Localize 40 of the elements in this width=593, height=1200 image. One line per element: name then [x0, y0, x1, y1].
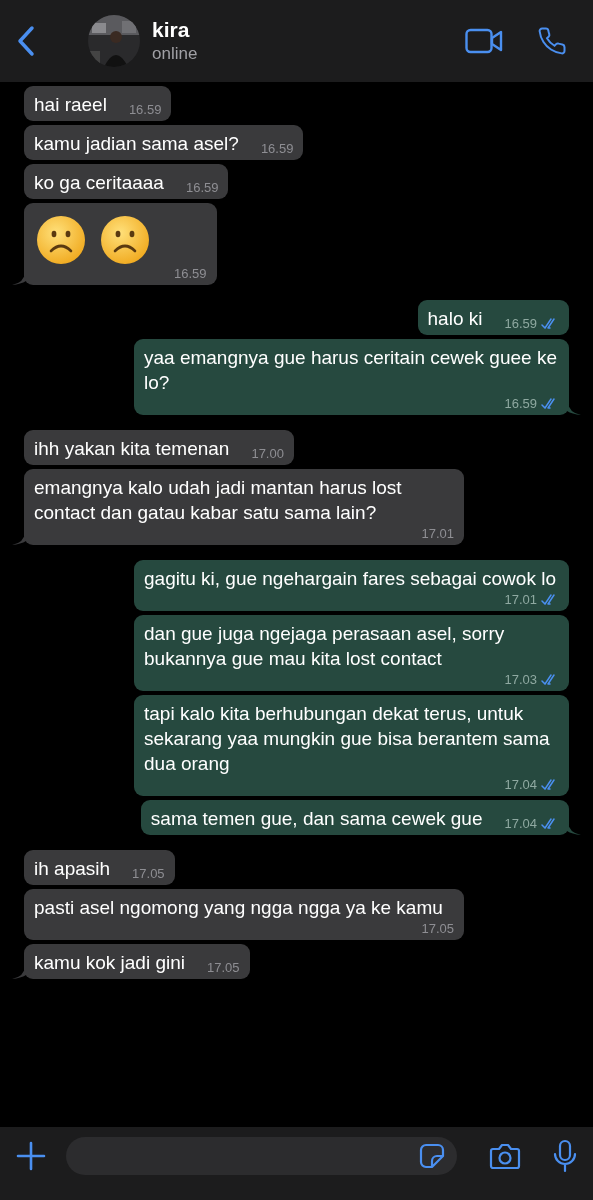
- message-time: 16.59: [504, 315, 537, 331]
- message-time: 17.01: [421, 525, 454, 541]
- message-time: 16.59: [185, 179, 219, 195]
- message-time: 16.59: [128, 101, 162, 117]
- frowning-face-icon: [100, 215, 150, 265]
- message-time: 16.59: [174, 265, 207, 281]
- message-text: emangnya kalo udah jadi mantan harus lost contact dan gatau kabar satu sama lain?: [34, 476, 403, 525]
- message-time: 17.01: [504, 591, 537, 607]
- message-text: ih apasih: [34, 857, 111, 881]
- message-text: halo ki: [427, 307, 483, 331]
- message-text: ihh yakan kita temenan: [34, 437, 230, 461]
- message-text: ko ga ceritaaaa: [34, 171, 164, 195]
- message-time: 16.59: [260, 140, 294, 156]
- message-time: 17.05: [421, 920, 454, 936]
- message-text: pasti asel ngomong yang ngga ngga ya ke kamu: [34, 896, 443, 920]
- message-text: gagitu ki, gue ngehargain fares sebagai cowok lo: [144, 567, 556, 591]
- sticker-icon[interactable]: [419, 1143, 445, 1169]
- message-time: 17.05: [132, 865, 165, 881]
- message-time: 17.03: [504, 671, 537, 687]
- message-text: yaa emangnya gue harus ceritain cewek guee ke lo?: [144, 346, 558, 395]
- message-text: kamu kok jadi gini: [34, 951, 186, 975]
- message-text: sama temen gue, dan sama cewek gue: [150, 807, 483, 831]
- call-button[interactable]: [537, 26, 567, 56]
- message-time: 16.59: [504, 395, 537, 411]
- message-time: 17.04: [504, 815, 537, 831]
- message-text: tapi kalo kita berhubungan dekat terus, untuk sekarang yaa mungkin gue bisa berantem sama dua orang: [144, 702, 551, 776]
- message-text: dan gue juga ngejaga perasaan asel, sorry bukannya gue mau kita lost contact: [144, 622, 506, 671]
- contact-name: kira: [152, 18, 191, 42]
- microphone-button[interactable]: [553, 1137, 577, 1175]
- message-input-field[interactable]: [66, 1137, 457, 1175]
- message-text: kamu jadian sama asel?: [34, 132, 239, 156]
- message-text: hai raeel: [34, 93, 107, 117]
- contact-status: online: [152, 44, 199, 64]
- message-time: 17.04: [504, 776, 537, 792]
- contact-avatar[interactable]: [88, 15, 140, 67]
- message-time: 17.05: [207, 959, 240, 975]
- back-button[interactable]: [16, 25, 36, 57]
- message-time: 17.00: [251, 445, 284, 461]
- frowning-face-icon: [36, 215, 86, 265]
- video-call-button[interactable]: [465, 28, 503, 54]
